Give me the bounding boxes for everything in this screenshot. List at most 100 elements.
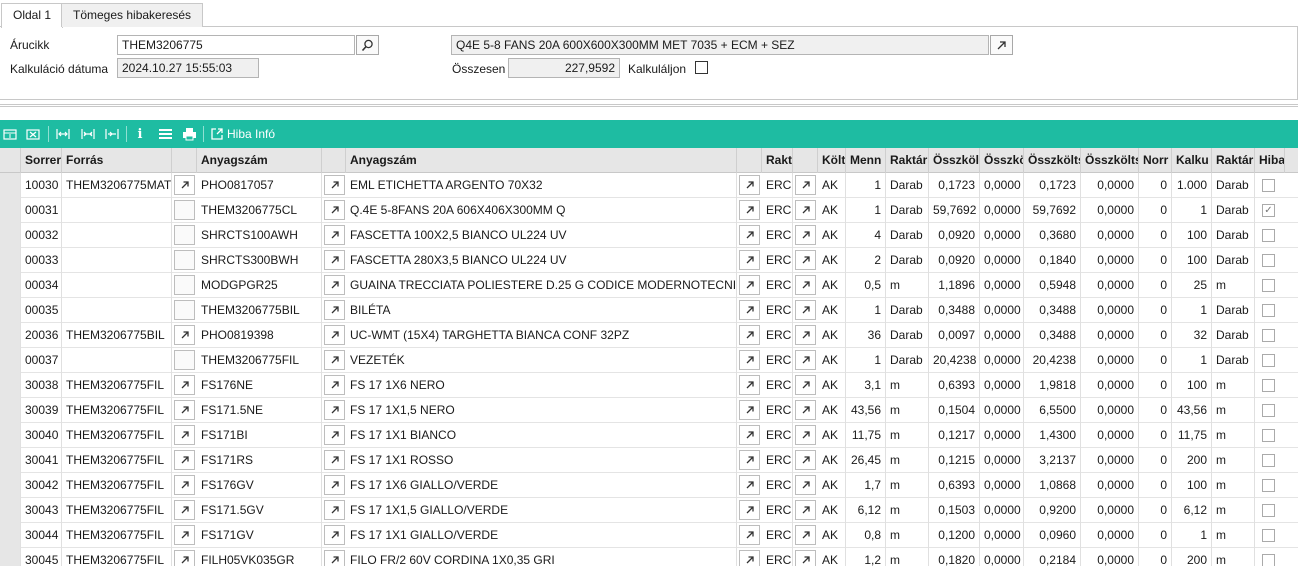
- hiba-checkbox[interactable]: [1262, 429, 1275, 442]
- row-selector[interactable]: [0, 173, 21, 198]
- open-link-button[interactable]: [324, 225, 345, 245]
- hiba-checkbox[interactable]: [1262, 479, 1275, 492]
- open-link-button[interactable]: [739, 325, 760, 345]
- tab-tomeges-hibakereses[interactable]: Tömeges hibakeresés: [61, 3, 204, 27]
- empty-link-button[interactable]: [174, 250, 195, 270]
- row-selector[interactable]: [0, 198, 21, 223]
- table-row[interactable]: 20036 THEM3206775BIL PHO0819398 UC-WMT (15X…: [0, 323, 1298, 348]
- shrink-columns-icon[interactable]: [80, 125, 96, 143]
- open-link-button[interactable]: [324, 525, 345, 545]
- open-link-button[interactable]: [795, 300, 816, 320]
- table-row[interactable]: 00035 THEM3206775BIL BILÉTA ERC AK 1 Darab 0,34…: [0, 298, 1298, 323]
- hiba-checkbox[interactable]: [1262, 179, 1275, 192]
- fit-columns-icon[interactable]: [55, 125, 71, 143]
- open-arucikk-button[interactable]: [990, 35, 1013, 55]
- row-selector[interactable]: [0, 348, 21, 373]
- row-selector[interactable]: [0, 473, 21, 498]
- hiba-checkbox[interactable]: [1262, 304, 1275, 317]
- column-header-egys[interactable]: Raktár: [886, 148, 929, 173]
- column-header-forras[interactable]: Forrás: [62, 148, 172, 173]
- column-header-cikk[interactable]: Anyagszám: [197, 148, 322, 173]
- table-row[interactable]: 30042 THEM3206775FIL FS176GV FS 17 1X6 GIAL…: [0, 473, 1298, 498]
- hiba-checkbox[interactable]: ✓: [1262, 204, 1275, 217]
- open-link-button[interactable]: [324, 400, 345, 420]
- open-link-button[interactable]: [739, 175, 760, 195]
- hiba-checkbox[interactable]: [1262, 254, 1275, 267]
- open-link-button[interactable]: [324, 325, 345, 345]
- table-row[interactable]: 00031 THEM3206775CL Q.4E 5-8FANS 20A 606X4…: [0, 198, 1298, 223]
- print-icon[interactable]: [181, 125, 197, 143]
- add-row-icon[interactable]: [2, 125, 18, 143]
- empty-link-button[interactable]: [174, 275, 195, 295]
- arucikk-input[interactable]: THEM3206775: [117, 35, 355, 55]
- table-row[interactable]: 00034 MODGPGR25 GUAINA TRECCIATA POLIESTER…: [0, 273, 1298, 298]
- open-link-button[interactable]: [174, 500, 195, 520]
- expand-columns-icon[interactable]: [104, 125, 120, 143]
- open-link-button[interactable]: [739, 275, 760, 295]
- open-link-button[interactable]: [739, 200, 760, 220]
- column-header-egys2[interactable]: Raktár: [1212, 148, 1255, 173]
- open-link-button[interactable]: [174, 475, 195, 495]
- column-header-norm[interactable]: Norr: [1139, 148, 1172, 173]
- open-link-button[interactable]: [795, 525, 816, 545]
- column-header-blank[interactable]: [322, 148, 346, 173]
- open-link-button[interactable]: [739, 300, 760, 320]
- table-row[interactable]: 30044 THEM3206775FIL FS171GV FS 17 1X1 GIAL…: [0, 523, 1298, 548]
- splitter[interactable]: [0, 104, 1298, 107]
- tab-oldal-1[interactable]: Oldal 1: [1, 3, 64, 28]
- hiba-checkbox[interactable]: [1262, 279, 1275, 292]
- row-selector[interactable]: [0, 548, 21, 566]
- open-link-button[interactable]: [324, 500, 345, 520]
- table-row[interactable]: 30043 THEM3206775FIL FS171.5GV FS 17 1X1,5 …: [0, 498, 1298, 523]
- delete-row-icon[interactable]: [25, 125, 41, 143]
- open-link-button[interactable]: [795, 175, 816, 195]
- table-row[interactable]: 30041 THEM3206775FIL FS171RS FS 17 1X1 ROSS…: [0, 448, 1298, 473]
- open-link-button[interactable]: [324, 275, 345, 295]
- open-link-button[interactable]: [174, 450, 195, 470]
- table-row[interactable]: 00037 THEM3206775FIL VEZETÉK ERC AK 1 Darab 20,…: [0, 348, 1298, 373]
- table-row[interactable]: 30038 THEM3206775FIL FS176NE FS 17 1X6 NERO…: [0, 373, 1298, 398]
- row-selector[interactable]: [0, 523, 21, 548]
- hiba-checkbox[interactable]: [1262, 554, 1275, 566]
- open-link-button[interactable]: [739, 500, 760, 520]
- open-link-button[interactable]: [795, 425, 816, 445]
- open-link-button[interactable]: [739, 425, 760, 445]
- row-selector[interactable]: [0, 448, 21, 473]
- column-header-rakt[interactable]: Rakt: [762, 148, 793, 173]
- table-row[interactable]: 30039 THEM3206775FIL FS171.5NE FS 17 1X1,5 …: [0, 398, 1298, 423]
- open-link-button[interactable]: [174, 375, 195, 395]
- open-link-button[interactable]: [324, 175, 345, 195]
- open-link-button[interactable]: [174, 325, 195, 345]
- info-icon[interactable]: i: [133, 125, 147, 143]
- column-header-o3[interactable]: Összkölts: [1024, 148, 1081, 173]
- open-link-button[interactable]: [795, 550, 816, 566]
- open-link-button[interactable]: [795, 375, 816, 395]
- row-selector[interactable]: [0, 298, 21, 323]
- open-link-button[interactable]: [795, 400, 816, 420]
- open-link-button[interactable]: [795, 350, 816, 370]
- hiba-checkbox[interactable]: [1262, 229, 1275, 242]
- hiba-checkbox[interactable]: [1262, 454, 1275, 467]
- empty-link-button[interactable]: [174, 225, 195, 245]
- menu-icon[interactable]: [157, 125, 173, 143]
- open-link-button[interactable]: [174, 400, 195, 420]
- open-link-button[interactable]: [739, 550, 760, 566]
- column-header-blank[interactable]: [172, 148, 197, 173]
- hiba-checkbox[interactable]: [1262, 529, 1275, 542]
- column-header-kalk[interactable]: Kalku: [1172, 148, 1212, 173]
- open-link-button[interactable]: [795, 450, 816, 470]
- search-button[interactable]: [356, 35, 379, 55]
- open-link-button[interactable]: [795, 225, 816, 245]
- table-row[interactable]: 30040 THEM3206775FIL FS171BI FS 17 1X1 BIAN…: [0, 423, 1298, 448]
- row-selector[interactable]: [0, 223, 21, 248]
- column-header-sor[interactable]: Sorrer: [21, 148, 62, 173]
- hiba-checkbox[interactable]: [1262, 354, 1275, 367]
- open-link-button[interactable]: [324, 550, 345, 566]
- hiba-checkbox[interactable]: [1262, 379, 1275, 392]
- hiba-checkbox[interactable]: [1262, 329, 1275, 342]
- column-header-hiba[interactable]: Hiba: [1255, 148, 1285, 173]
- open-link-button[interactable]: [324, 425, 345, 445]
- open-link-button[interactable]: [739, 475, 760, 495]
- open-link-button[interactable]: [795, 275, 816, 295]
- open-link-button[interactable]: [739, 350, 760, 370]
